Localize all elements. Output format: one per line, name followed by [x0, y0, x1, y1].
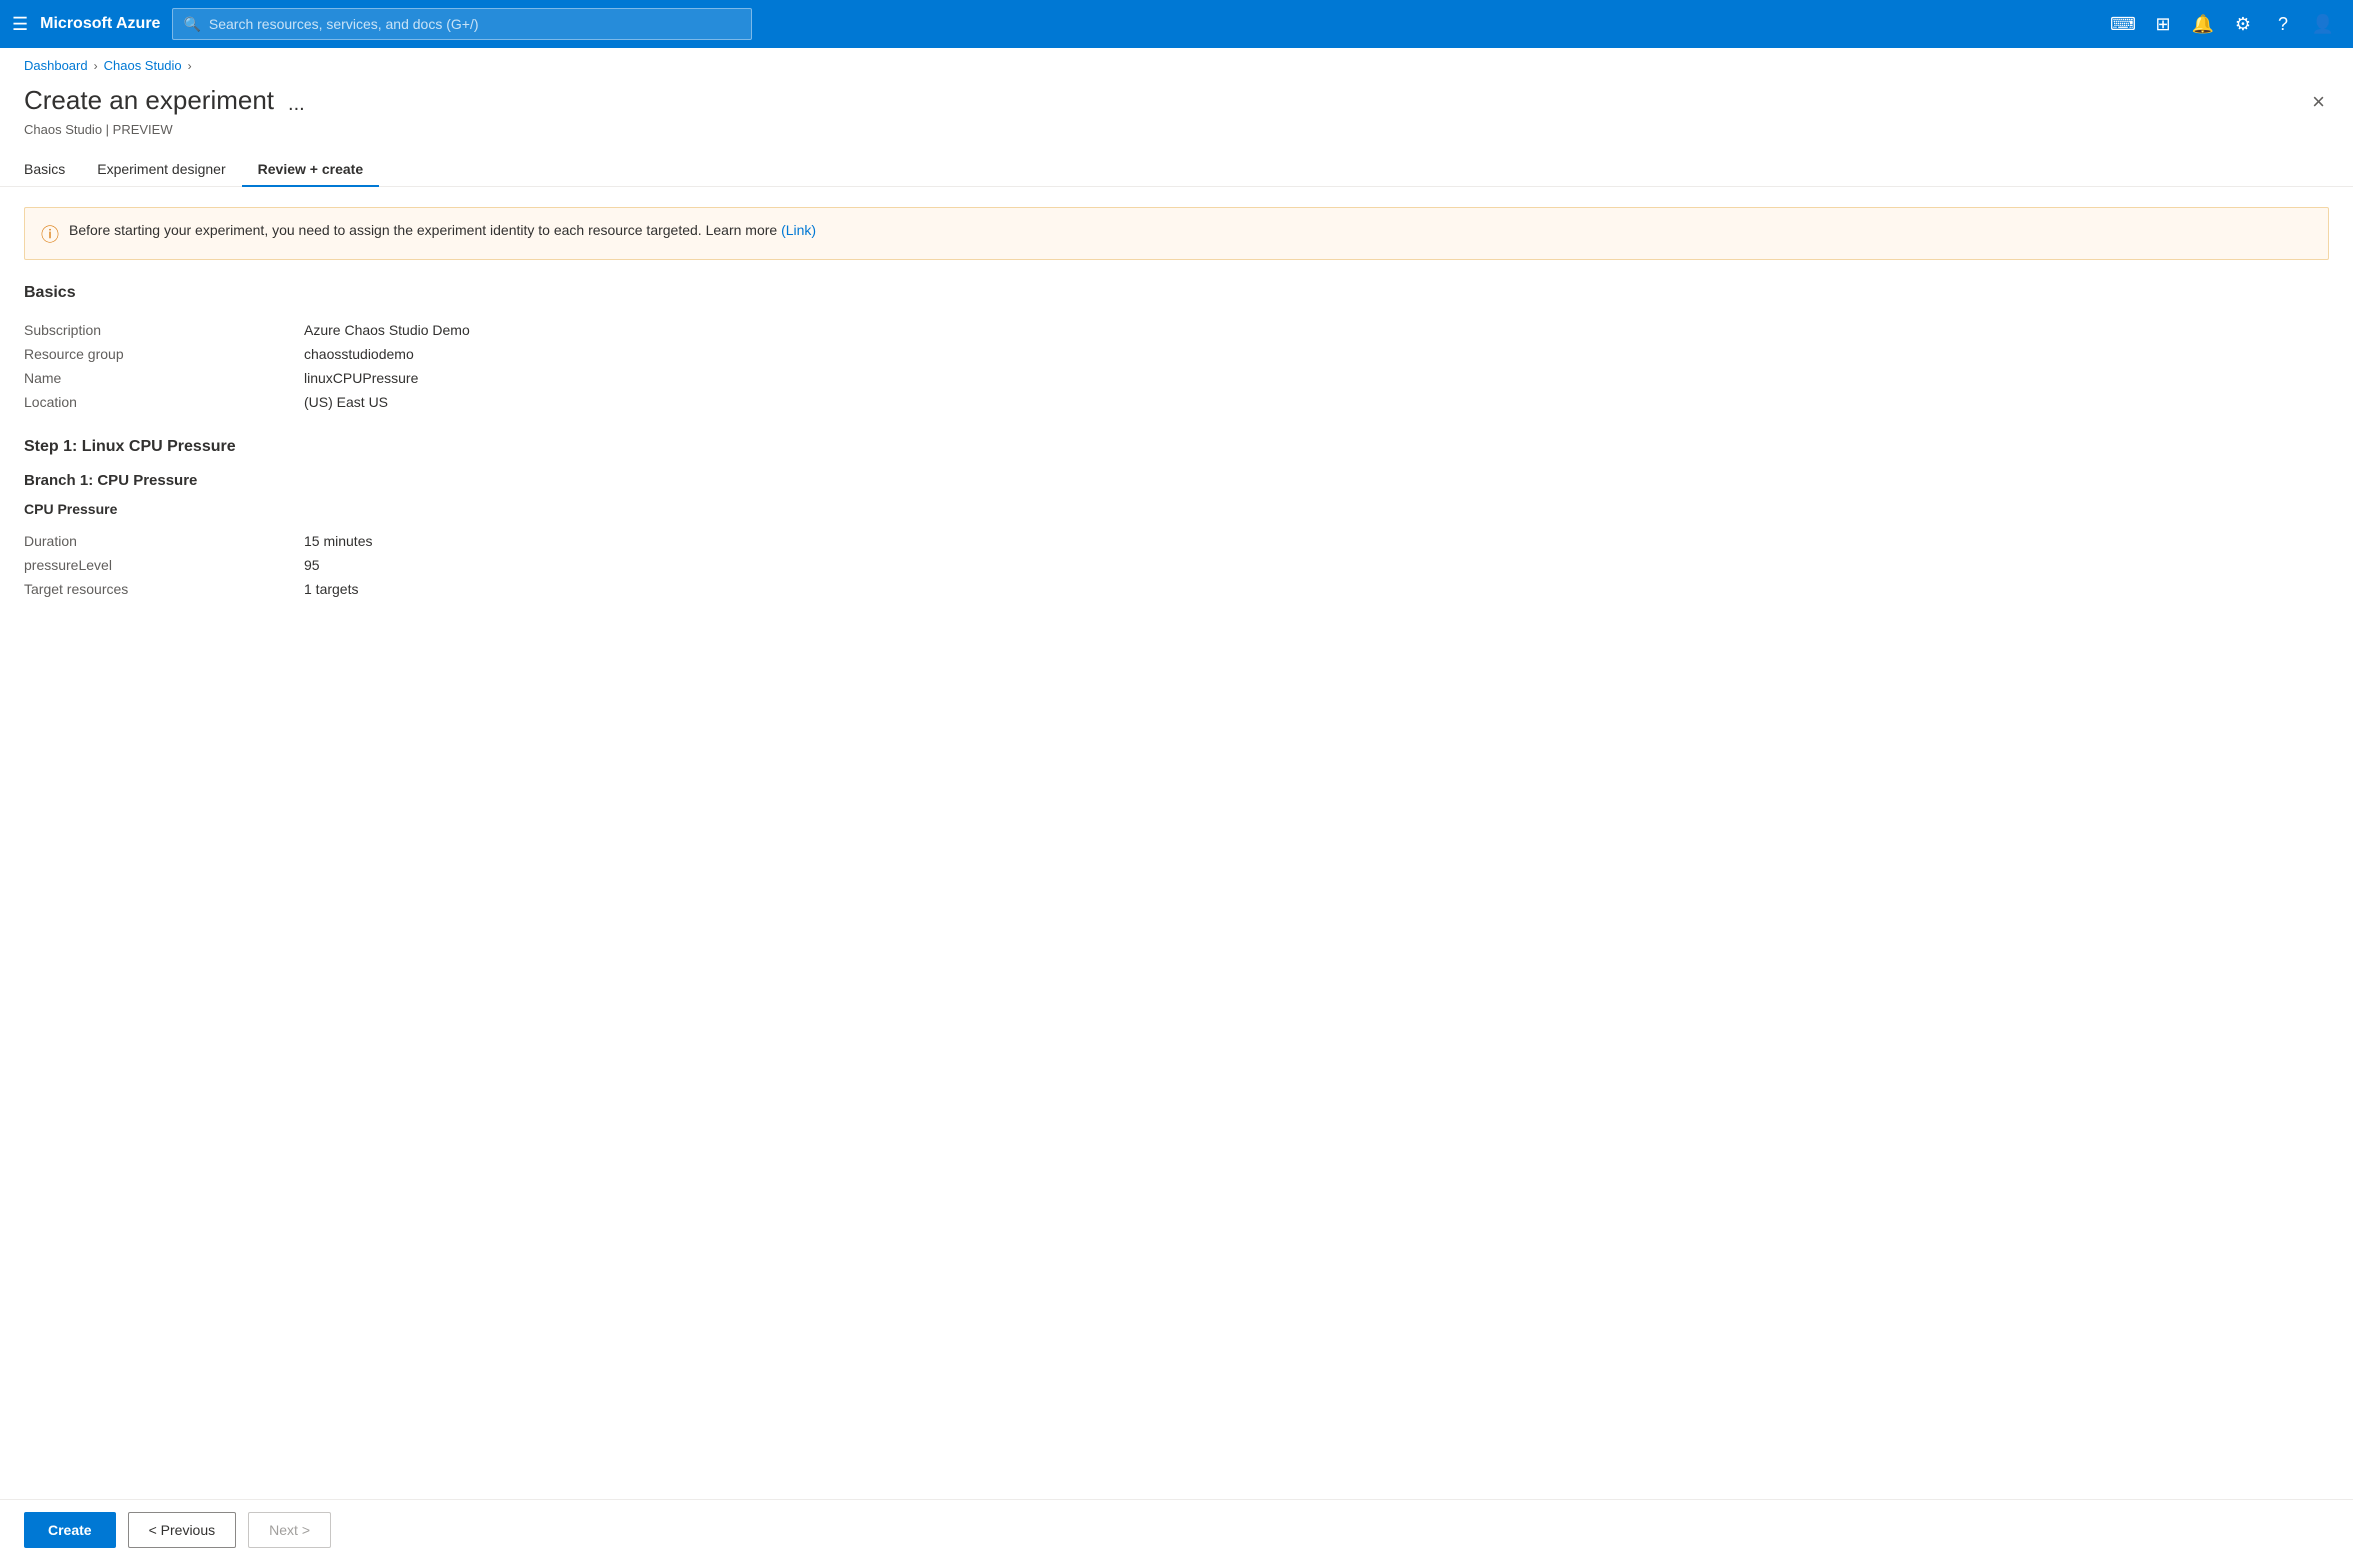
label-subscription: Subscription — [24, 322, 304, 338]
label-pressure-level: pressureLevel — [24, 557, 304, 573]
brand-name: Microsoft Azure — [40, 15, 160, 33]
previous-button[interactable]: < Previous — [128, 1512, 237, 1548]
detail-row-pressure-level: pressureLevel 95 — [24, 553, 2329, 577]
info-icon: ⓘ — [41, 221, 59, 247]
page-menu-button[interactable]: ... — [284, 89, 309, 120]
detail-row-duration: Duration 15 minutes — [24, 529, 2329, 553]
cpu-pressure-section: CPU Pressure Duration 15 minutes pressur… — [24, 501, 2329, 601]
help-button[interactable]: ? — [2265, 6, 2301, 42]
label-resource-group: Resource group — [24, 346, 304, 362]
bottom-bar: Create < Previous Next > — [0, 1499, 2353, 1560]
page-header-left: Create an experiment ... — [24, 85, 309, 120]
search-box[interactable]: 🔍 — [172, 8, 752, 40]
branch1-section: Branch 1: CPU Pressure CPU Pressure Dura… — [24, 472, 2329, 601]
breadcrumb: Dashboard › Chaos Studio › — [0, 48, 2353, 77]
value-pressure-level: 95 — [304, 557, 320, 573]
detail-row-resource-group: Resource group chaosstudiodemo — [24, 342, 2329, 366]
search-icon: 🔍 — [183, 16, 200, 33]
step1-section: Step 1: Linux CPU Pressure Branch 1: CPU… — [24, 438, 2329, 601]
tab-experiment-designer[interactable]: Experiment designer — [81, 153, 241, 187]
close-button[interactable]: × — [2308, 85, 2329, 119]
basics-section: Basics Subscription Azure Chaos Studio D… — [24, 284, 2329, 414]
info-banner: ⓘ Before starting your experiment, you n… — [24, 207, 2329, 260]
cpu-pressure-detail-table: Duration 15 minutes pressureLevel 95 Tar… — [24, 529, 2329, 601]
detail-row-subscription: Subscription Azure Chaos Studio Demo — [24, 318, 2329, 342]
page-header: Create an experiment ... × — [0, 77, 2353, 120]
create-button[interactable]: Create — [24, 1512, 116, 1548]
topbar: ☰ Microsoft Azure 🔍 ⌨ ⊞ 🔔 ⚙ ? 👤 — [0, 0, 2353, 48]
tabs: Basics Experiment designer Review + crea… — [0, 137, 2353, 187]
learn-more-link[interactable]: (Link) — [781, 222, 816, 238]
label-location: Location — [24, 394, 304, 410]
next-button: Next > — [248, 1512, 331, 1548]
value-resource-group: chaosstudiodemo — [304, 346, 414, 362]
tab-review-create[interactable]: Review + create — [242, 153, 379, 187]
hamburger-menu-button[interactable]: ☰ — [12, 14, 28, 35]
value-target-resources: 1 targets — [304, 581, 358, 597]
breadcrumb-sep-2: › — [188, 59, 192, 73]
topbar-icons: ⌨ ⊞ 🔔 ⚙ ? 👤 — [2105, 6, 2341, 42]
value-subscription: Azure Chaos Studio Demo — [304, 322, 470, 338]
breadcrumb-chaos-studio[interactable]: Chaos Studio — [104, 58, 182, 73]
cpu-pressure-heading: CPU Pressure — [24, 501, 2329, 517]
detail-row-target-resources: Target resources 1 targets — [24, 577, 2329, 601]
cloud-shell-button[interactable]: ⌨ — [2105, 6, 2141, 42]
content-area: ⓘ Before starting your experiment, you n… — [0, 187, 2353, 1499]
value-name: linuxCPUPressure — [304, 370, 418, 386]
basics-detail-table: Subscription Azure Chaos Studio Demo Res… — [24, 318, 2329, 414]
search-input[interactable] — [209, 16, 742, 32]
label-name: Name — [24, 370, 304, 386]
detail-row-name: Name linuxCPUPressure — [24, 366, 2329, 390]
page-subtitle: Chaos Studio | PREVIEW — [0, 120, 2353, 137]
detail-row-location: Location (US) East US — [24, 390, 2329, 414]
settings-button[interactable]: ⚙ — [2225, 6, 2261, 42]
step1-heading: Step 1: Linux CPU Pressure — [24, 438, 2329, 456]
directory-button[interactable]: ⊞ — [2145, 6, 2181, 42]
account-button[interactable]: 👤 — [2305, 6, 2341, 42]
breadcrumb-dashboard[interactable]: Dashboard — [24, 58, 88, 73]
branch1-heading: Branch 1: CPU Pressure — [24, 472, 2329, 489]
breadcrumb-sep-1: › — [94, 59, 98, 73]
value-duration: 15 minutes — [304, 533, 372, 549]
value-location: (US) East US — [304, 394, 388, 410]
page-title: Create an experiment — [24, 85, 274, 116]
notifications-button[interactable]: 🔔 — [2185, 6, 2221, 42]
label-duration: Duration — [24, 533, 304, 549]
basics-heading: Basics — [24, 284, 2329, 302]
tab-basics[interactable]: Basics — [24, 153, 81, 187]
main-area: Dashboard › Chaos Studio › Create an exp… — [0, 48, 2353, 1560]
info-banner-text: Before starting your experiment, you nee… — [69, 220, 816, 241]
label-target-resources: Target resources — [24, 581, 304, 597]
